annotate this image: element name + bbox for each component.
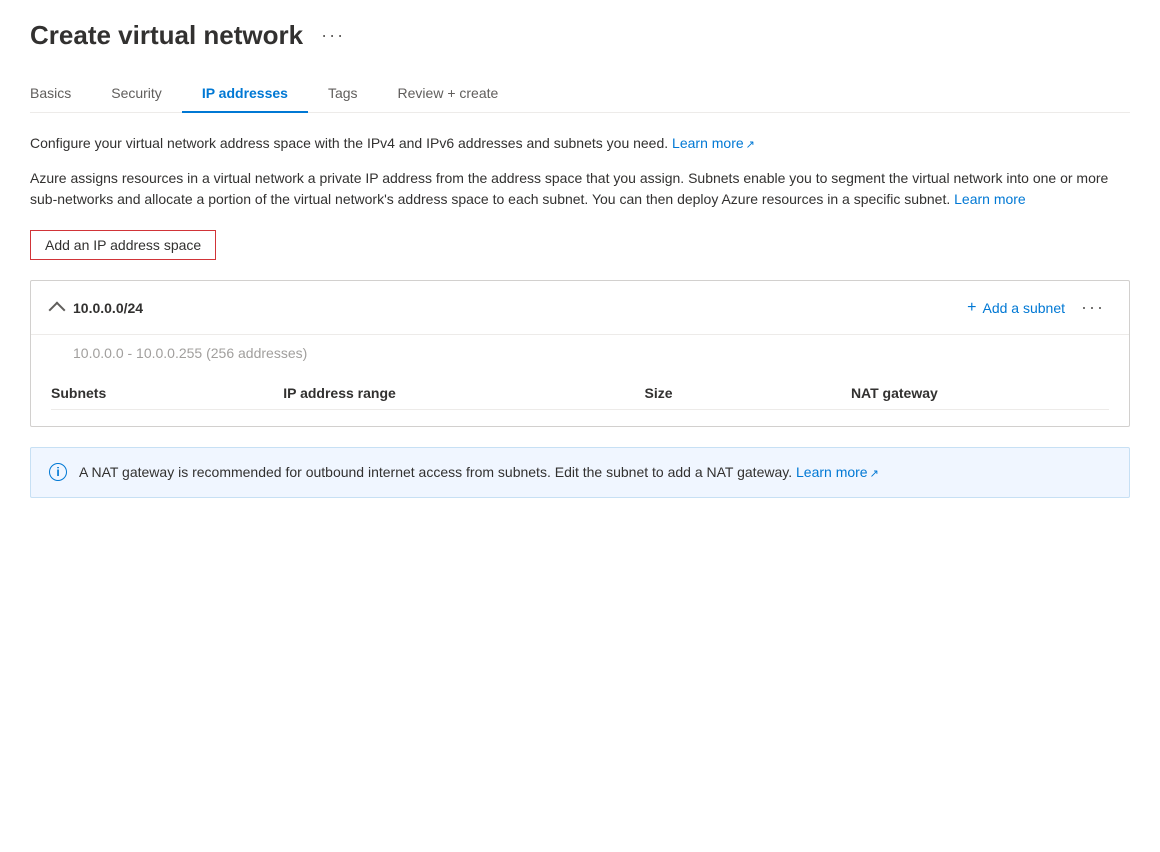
add-ip-address-space-button[interactable]: Add an IP address space [30, 230, 216, 260]
ip-cidr-label: 10.0.0.0/24 [73, 300, 143, 316]
external-link-icon-1: ↗ [746, 139, 755, 151]
external-link-icon-2: ↗ [870, 468, 879, 480]
ip-space-card: 10.0.0.0/24 + Add a subnet ··· 10.0.0.0 … [30, 280, 1130, 427]
tab-review-create[interactable]: Review + create [378, 75, 519, 113]
page-header: Create virtual network ··· [30, 20, 1130, 51]
tab-security[interactable]: Security [91, 75, 182, 113]
info-text: A NAT gateway is recommended for outboun… [79, 462, 879, 483]
info-icon: i [49, 463, 67, 481]
learn-more-link-3[interactable]: Learn more↗ [796, 464, 879, 480]
ip-range-info: 10.0.0.0 - 10.0.0.255 (256 addresses) [31, 335, 1129, 377]
ip-space-more-button[interactable]: ··· [1077, 297, 1109, 318]
ip-space-header-left: 10.0.0.0/24 [51, 300, 143, 316]
plus-icon: + [967, 299, 976, 317]
subnet-table: Subnets IP address range Size NAT gatewa… [51, 377, 1109, 410]
col-header-subnets: Subnets [51, 377, 283, 410]
tab-basics[interactable]: Basics [30, 75, 91, 113]
add-subnet-button[interactable]: + Add a subnet [967, 299, 1065, 317]
page-ellipsis-button[interactable]: ··· [315, 23, 351, 48]
collapse-chevron-icon[interactable] [49, 301, 66, 318]
ip-space-header: 10.0.0.0/24 + Add a subnet ··· [31, 281, 1129, 335]
col-header-nat-gateway: NAT gateway [851, 377, 1109, 410]
table-header-row: Subnets IP address range Size NAT gatewa… [51, 377, 1109, 410]
page-title: Create virtual network [30, 20, 303, 51]
tab-bar: Basics Security IP addresses Tags Review… [30, 75, 1130, 113]
learn-more-link-1[interactable]: Learn more↗ [672, 135, 755, 151]
col-header-ip-range: IP address range [283, 377, 644, 410]
col-header-size: Size [645, 377, 851, 410]
info-box: i A NAT gateway is recommended for outbo… [30, 447, 1130, 498]
ip-space-header-right: + Add a subnet ··· [967, 297, 1109, 318]
tab-ip-addresses[interactable]: IP addresses [182, 75, 308, 113]
learn-more-link-2[interactable]: Learn more [954, 191, 1026, 207]
description-1: Configure your virtual network address s… [30, 133, 1130, 154]
description-2: Azure assigns resources in a virtual net… [30, 168, 1130, 210]
subnet-table-wrapper: Subnets IP address range Size NAT gatewa… [31, 377, 1129, 426]
tab-tags[interactable]: Tags [308, 75, 378, 113]
